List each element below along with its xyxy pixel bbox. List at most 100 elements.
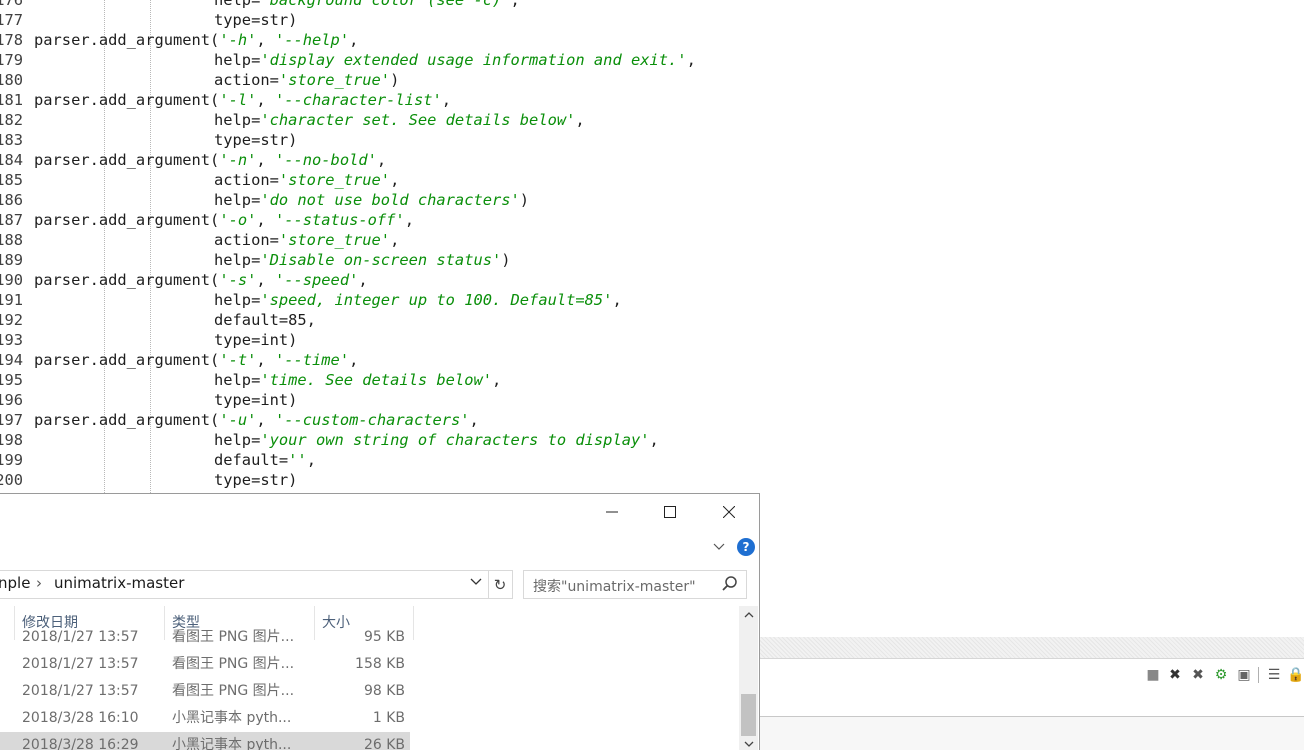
code-token: action= xyxy=(214,231,279,249)
string-literal: '--time' xyxy=(274,351,350,369)
code-token: , xyxy=(358,271,368,289)
code-token: , xyxy=(612,291,622,309)
help-icon: ? xyxy=(742,540,750,554)
close-x-icon[interactable]: ✖ xyxy=(1167,667,1183,683)
code-text: help='do not use bold characters') xyxy=(214,190,529,210)
file-row[interactable]: 2018/1/27 13:57 看图王 PNG 图片... 98 KB xyxy=(0,678,410,705)
code-token: , xyxy=(306,451,316,469)
help-button[interactable]: ? xyxy=(737,538,755,556)
file-type: 小黑记事本 pyth... xyxy=(172,737,292,750)
code-token: , xyxy=(349,351,359,369)
code-text: action='store_true', xyxy=(214,170,399,190)
code-text: type=str) xyxy=(214,10,297,30)
stop-icon[interactable]: ■ xyxy=(1145,667,1161,683)
string-literal: '--no-bold' xyxy=(274,151,377,169)
line-number: 180 xyxy=(0,71,23,89)
vertical-scrollbar[interactable] xyxy=(739,606,758,750)
line-number: 185 xyxy=(0,171,23,189)
line-number: 193 xyxy=(0,331,23,349)
file-row[interactable]: 2018/1/27 13:57 看图王 PNG 图片... 158 KB xyxy=(0,651,410,678)
line-number: 177 xyxy=(0,11,23,29)
breadcrumb-current[interactable]: unimatrix-master xyxy=(54,574,184,592)
string-literal: '-l' xyxy=(219,91,257,109)
code-token: parser.add_argument( xyxy=(34,151,220,169)
gear-run-icon[interactable]: ⚙ xyxy=(1213,667,1229,683)
string-literal: 'store_true' xyxy=(278,231,391,249)
scroll-up-button[interactable] xyxy=(739,606,758,624)
search-box[interactable]: 搜索"unimatrix-master" xyxy=(523,570,747,599)
code-token: , xyxy=(492,371,502,389)
line-number: 190 xyxy=(0,271,23,289)
scroll-down-button[interactable] xyxy=(739,738,758,750)
code-text: parser.add_argument('-s', '--speed', xyxy=(34,270,368,290)
line-number: 183 xyxy=(0,131,23,149)
line-number: 194 xyxy=(0,351,23,369)
code-editor[interactable]: 176help='background color (see -c)',177t… xyxy=(0,0,1304,493)
code-text: default='', xyxy=(214,450,316,470)
window-icon[interactable]: ▣ xyxy=(1236,667,1252,683)
refresh-icon: ↻ xyxy=(493,575,507,594)
maximize-icon xyxy=(664,506,676,518)
address-bar[interactable]: nple › unimatrix-master xyxy=(0,570,489,599)
expand-ribbon-button[interactable] xyxy=(710,538,728,556)
code-text: help='time. See details below', xyxy=(214,370,501,390)
code-token: help= xyxy=(214,291,261,309)
code-text: default=85, xyxy=(214,310,316,330)
line-number: 189 xyxy=(0,251,23,269)
breadcrumb-parent[interactable]: nple xyxy=(0,574,30,592)
string-literal: '--status-off' xyxy=(274,211,405,229)
file-date: 2018/1/27 13:57 xyxy=(22,656,139,672)
column-divider[interactable] xyxy=(413,606,414,640)
code-text: parser.add_argument('-t', '--time', xyxy=(34,350,358,370)
file-date: 2018/3/28 16:10 xyxy=(22,710,139,726)
code-token: , xyxy=(404,211,414,229)
string-literal: '--custom-characters' xyxy=(274,411,470,429)
file-date: 2018/3/28 16:29 xyxy=(22,737,139,750)
code-text: type=str) xyxy=(214,130,297,150)
string-literal: 'store_true' xyxy=(278,171,391,189)
chevron-down-icon xyxy=(713,543,725,550)
code-token: help= xyxy=(214,251,261,269)
code-token: parser.add_argument( xyxy=(34,31,220,49)
scroll-thumb[interactable] xyxy=(741,694,756,736)
file-row[interactable]: 2018/3/28 16:29 小黑记事本 pyth... 26 KB xyxy=(0,732,410,750)
code-text: help='Disable on-screen status') xyxy=(214,250,511,270)
code-token: ) xyxy=(390,71,400,89)
line-number: 178 xyxy=(0,31,23,49)
string-literal: '--help' xyxy=(274,31,350,49)
code-token: , xyxy=(649,431,659,449)
file-explorer-window[interactable]: ? nple › unimatrix-master ↻ 搜索"unimatrix… xyxy=(0,493,760,750)
string-literal: 'time. See details below' xyxy=(260,371,492,389)
line-number: 188 xyxy=(0,231,23,249)
lock-icon[interactable]: 🔒 xyxy=(1287,667,1304,683)
refresh-button[interactable]: ↻ xyxy=(488,570,513,599)
file-row[interactable]: 2018/3/28 16:10 小黑记事本 pyth... 1 KB xyxy=(0,705,410,732)
code-token: type=str) xyxy=(214,131,298,149)
chevron-up-icon xyxy=(744,612,753,618)
list-icon[interactable]: ☰ xyxy=(1266,667,1282,683)
maximize-button[interactable] xyxy=(647,494,693,530)
file-type: 小黑记事本 pyth... xyxy=(172,710,292,726)
code-token: default=85, xyxy=(214,311,316,329)
string-literal: '-u' xyxy=(219,411,257,429)
code-token: parser.add_argument( xyxy=(34,271,220,289)
file-size: 1 KB xyxy=(372,710,405,726)
code-token: type=int) xyxy=(214,391,298,409)
close-button[interactable] xyxy=(706,494,752,530)
close-all-icon[interactable]: ✖ xyxy=(1190,667,1206,683)
code-text: help='character set. See details below', xyxy=(214,110,585,130)
line-number: 195 xyxy=(0,371,23,389)
code-token: , xyxy=(376,151,387,169)
code-token: parser.add_argument( xyxy=(34,411,220,429)
breadcrumb-separator-icon[interactable]: › xyxy=(36,574,42,592)
panel-splitter[interactable] xyxy=(760,637,1304,658)
code-text: parser.add_argument('-u', '--custom-char… xyxy=(34,410,479,430)
address-dropdown-icon[interactable] xyxy=(470,575,482,589)
string-literal: '-t' xyxy=(219,351,257,369)
minimize-button[interactable] xyxy=(589,494,635,530)
code-token: ) xyxy=(519,191,530,209)
code-token: help= xyxy=(214,111,261,129)
file-row[interactable]: 2018/1/27 13:57 看图王 PNG 图片... 95 KB xyxy=(0,624,410,651)
code-text: action='store_true') xyxy=(214,70,399,90)
search-icon[interactable] xyxy=(721,574,739,594)
